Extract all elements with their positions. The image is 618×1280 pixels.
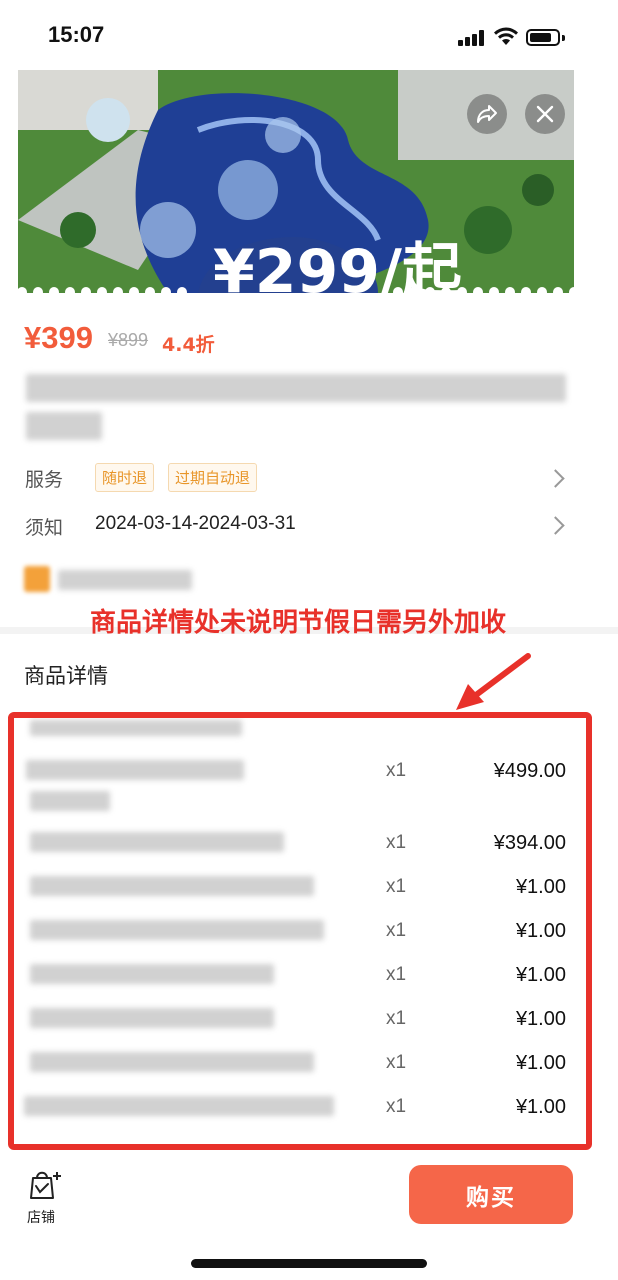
share-icon xyxy=(477,105,497,123)
close-button[interactable] xyxy=(525,94,565,134)
close-icon xyxy=(536,105,554,123)
annotation-highlight-box xyxy=(8,712,592,1150)
store-label: 店铺 xyxy=(27,1210,55,1226)
status-time: 15:07 xyxy=(48,22,105,47)
merchant-logo xyxy=(24,566,50,592)
share-button[interactable] xyxy=(467,94,507,134)
product-title-redacted xyxy=(26,374,566,402)
original-price: ¥899 xyxy=(108,330,149,350)
battery-tip xyxy=(562,35,565,41)
service-tag-auto-refund: 过期自动退 xyxy=(168,463,258,492)
service-chevron-icon[interactable] xyxy=(546,469,565,488)
notice-chevron-icon[interactable] xyxy=(546,516,565,535)
annotation-arrow-icon xyxy=(456,653,531,710)
current-price: ¥399 xyxy=(24,320,93,355)
signal-icon xyxy=(458,30,486,46)
service-label: 服务 xyxy=(25,469,64,491)
notice-date-range: 2024-03-14-2024-03-31 xyxy=(95,513,296,534)
notice-label: 须知 xyxy=(25,517,64,539)
product-title-redacted-line2 xyxy=(26,412,102,440)
details-title: 商品详情 xyxy=(24,664,108,688)
store-bag-icon xyxy=(30,1171,61,1199)
discount-label: 4.4折 xyxy=(162,334,215,356)
home-indicator[interactable] xyxy=(191,1259,427,1268)
hero-banner-text: ¥299/起 xyxy=(213,237,463,293)
merchant-name-redacted xyxy=(58,570,192,590)
battery-icon xyxy=(526,29,560,46)
buy-button[interactable]: 购买 xyxy=(409,1165,573,1224)
wifi-icon xyxy=(493,26,519,46)
service-tag-refund-anytime: 随时退 xyxy=(95,463,155,492)
annotation-text: 商品详情处未说明节假日需另外加收 xyxy=(90,608,507,638)
